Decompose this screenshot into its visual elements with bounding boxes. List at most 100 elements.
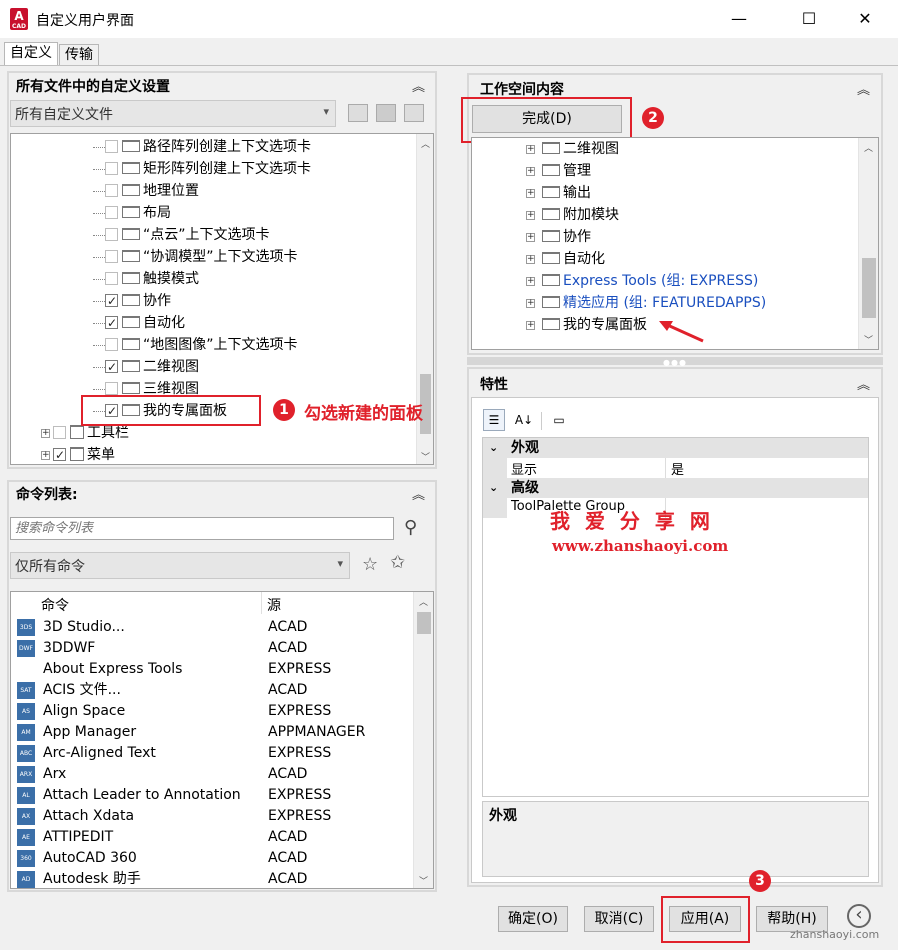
checkbox[interactable] (105, 271, 118, 285)
expand-icon[interactable]: + (526, 232, 535, 242)
checkbox[interactable] (105, 205, 118, 219)
minimize-button[interactable]: — (716, 0, 762, 38)
workspace-tree-item[interactable]: + 我的专属面板 (526, 314, 647, 336)
property-section-appearance[interactable]: ⌄ 外观 (483, 438, 868, 458)
scroll-thumb[interactable] (862, 258, 876, 318)
workspace-tree-item[interactable]: + 输出 (526, 182, 591, 204)
tree-item[interactable]: “点云”上下文选项卡 (93, 224, 270, 246)
expand-icon[interactable]: + (526, 298, 535, 308)
checkbox[interactable] (105, 183, 118, 197)
collapse-back-icon[interactable]: ‹ (847, 904, 871, 928)
workspace-tree-item[interactable]: + 附加模块 (526, 204, 619, 226)
expand-icon[interactable]: + (41, 450, 50, 460)
star-icon[interactable]: ☆ (362, 554, 378, 575)
command-scrollbar[interactable]: ︿ ﹀ (413, 592, 433, 888)
scroll-up-icon[interactable]: ︿ (864, 141, 873, 154)
tree-item[interactable]: 二维视图 (93, 356, 199, 378)
collapse-section-icon[interactable]: ⌄ (489, 438, 498, 458)
search-icon[interactable]: ⚲ (404, 517, 417, 538)
checkbox[interactable] (105, 161, 118, 175)
workspace-tree-item[interactable]: + 精选应用 (组: FEATUREDAPPS) (526, 292, 766, 314)
command-row[interactable]: AD Autodesk 助手 ACAD (11, 869, 411, 888)
tab-customize[interactable]: 自定义 (4, 42, 58, 66)
tree-item[interactable]: 协作 (93, 290, 171, 312)
expand-icon[interactable]: + (526, 166, 535, 176)
tree-item[interactable]: 触摸模式 (93, 268, 199, 290)
property-section-advanced[interactable]: ⌄ 高级 (483, 478, 868, 498)
workspace-tree-item[interactable]: + 二维视图 (526, 138, 619, 160)
property-pages-icon[interactable]: ▭ (548, 409, 570, 431)
command-row[interactable]: DWF 3DDWF ACAD (11, 638, 411, 659)
collapse-properties-icon[interactable]: ︽ (857, 374, 870, 393)
command-row[interactable]: AX Attach Xdata EXPRESS (11, 806, 411, 827)
save-icon[interactable] (376, 104, 396, 122)
close-button[interactable]: ✕ (842, 0, 888, 38)
checkbox[interactable] (105, 290, 118, 312)
command-row[interactable]: ARX Arx ACAD (11, 764, 411, 785)
command-row[interactable]: 360 AutoCAD 360 ACAD (11, 848, 411, 869)
collapse-section-icon[interactable]: ⌄ (489, 478, 498, 498)
expand-icon[interactable]: + (526, 144, 535, 154)
property-display-value[interactable]: 是 (671, 459, 684, 478)
checkbox[interactable] (105, 139, 118, 153)
collapse-workspace-icon[interactable]: ︽ (857, 79, 870, 98)
scroll-down-icon[interactable]: ﹀ (864, 333, 873, 346)
tree-item[interactable]: 路径阵列创建上下文选项卡 (93, 136, 311, 158)
tree-item[interactable]: 矩形阵列创建上下文选项卡 (93, 158, 311, 180)
workspace-tree-item[interactable]: + 自动化 (526, 248, 605, 270)
workspace-tree-item[interactable]: + Express Tools (组: EXPRESS) (526, 270, 758, 292)
tab-transfer[interactable]: 传输 (59, 44, 99, 66)
checkbox[interactable] (53, 425, 66, 439)
checkbox[interactable] (53, 444, 66, 464)
command-row[interactable]: AS Align Space EXPRESS (11, 701, 411, 722)
scroll-up-icon[interactable]: ︿ (419, 595, 428, 608)
scroll-down-icon[interactable]: ﹀ (421, 450, 430, 463)
collapse-command-list-icon[interactable]: ︽ (412, 484, 425, 503)
tree-item-menus[interactable]: + 菜单 (41, 444, 115, 464)
command-filter-select[interactable]: 仅所有命令 ▾ (10, 552, 350, 579)
expand-icon[interactable]: + (526, 320, 535, 330)
command-row[interactable]: AE ATTIPEDIT ACAD (11, 827, 411, 848)
cancel-button[interactable]: 取消(C) (584, 906, 654, 932)
workspace-tree-item[interactable]: + 管理 (526, 160, 591, 182)
command-row[interactable]: AL Attach Leader to Annotation EXPRESS (11, 785, 411, 806)
tree-item[interactable]: 地理位置 (93, 180, 199, 202)
open-file-icon[interactable] (348, 104, 368, 122)
workspace-tree-item[interactable]: + 协作 (526, 226, 591, 248)
command-row[interactable]: AM App Manager APPMANAGER (11, 722, 411, 743)
customization-file-select[interactable]: 所有自定义文件 ▾ (10, 100, 336, 127)
tree-item[interactable]: “地图图像”上下文选项卡 (93, 334, 298, 356)
tree-item[interactable]: “协调模型”上下文选项卡 (93, 246, 298, 268)
checkbox[interactable] (105, 249, 118, 263)
command-row[interactable]: SAT ACIS 文件... ACAD (11, 680, 411, 701)
workspace-scrollbar[interactable]: ︿ ﹀ (858, 138, 878, 349)
scroll-up-icon[interactable]: ︿ (421, 137, 430, 150)
collapse-customizations-icon[interactable]: ︽ (412, 76, 425, 95)
command-row[interactable]: About Express Tools EXPRESS (11, 659, 411, 680)
command-row[interactable]: ABC Arc-Aligned Text EXPRESS (11, 743, 411, 764)
checkbox[interactable] (105, 337, 118, 351)
expand-icon[interactable]: + (526, 254, 535, 264)
checkbox[interactable] (105, 356, 118, 378)
expand-icon[interactable]: + (526, 276, 535, 286)
scroll-down-icon[interactable]: ﹀ (419, 874, 428, 887)
expand-icon[interactable]: + (526, 188, 535, 198)
checkbox[interactable] (105, 381, 118, 395)
checkbox[interactable] (105, 227, 118, 241)
panel-splitter[interactable]: ●●● (467, 357, 883, 367)
column-header-source[interactable]: 源 (267, 595, 281, 615)
ok-button[interactable]: 确定(O) (498, 906, 568, 932)
expand-icon[interactable]: + (526, 210, 535, 220)
alphabetical-sort-icon[interactable]: A↓ (513, 409, 535, 431)
maximize-button[interactable]: ☐ (786, 0, 832, 38)
checkbox[interactable] (105, 312, 118, 334)
tree-item[interactable]: 布局 (93, 202, 171, 224)
save-as-icon[interactable] (404, 104, 424, 122)
categorized-icon[interactable]: ☰ (483, 409, 505, 431)
expand-icon[interactable]: + (41, 428, 50, 438)
tree-item[interactable]: 自动化 (93, 312, 185, 334)
command-row[interactable]: 3DS 3D Studio... ACAD (11, 617, 411, 638)
new-command-star-icon[interactable]: ✩ (390, 552, 405, 573)
column-header-command[interactable]: 命令 (41, 595, 69, 615)
command-search-input[interactable] (10, 517, 394, 540)
